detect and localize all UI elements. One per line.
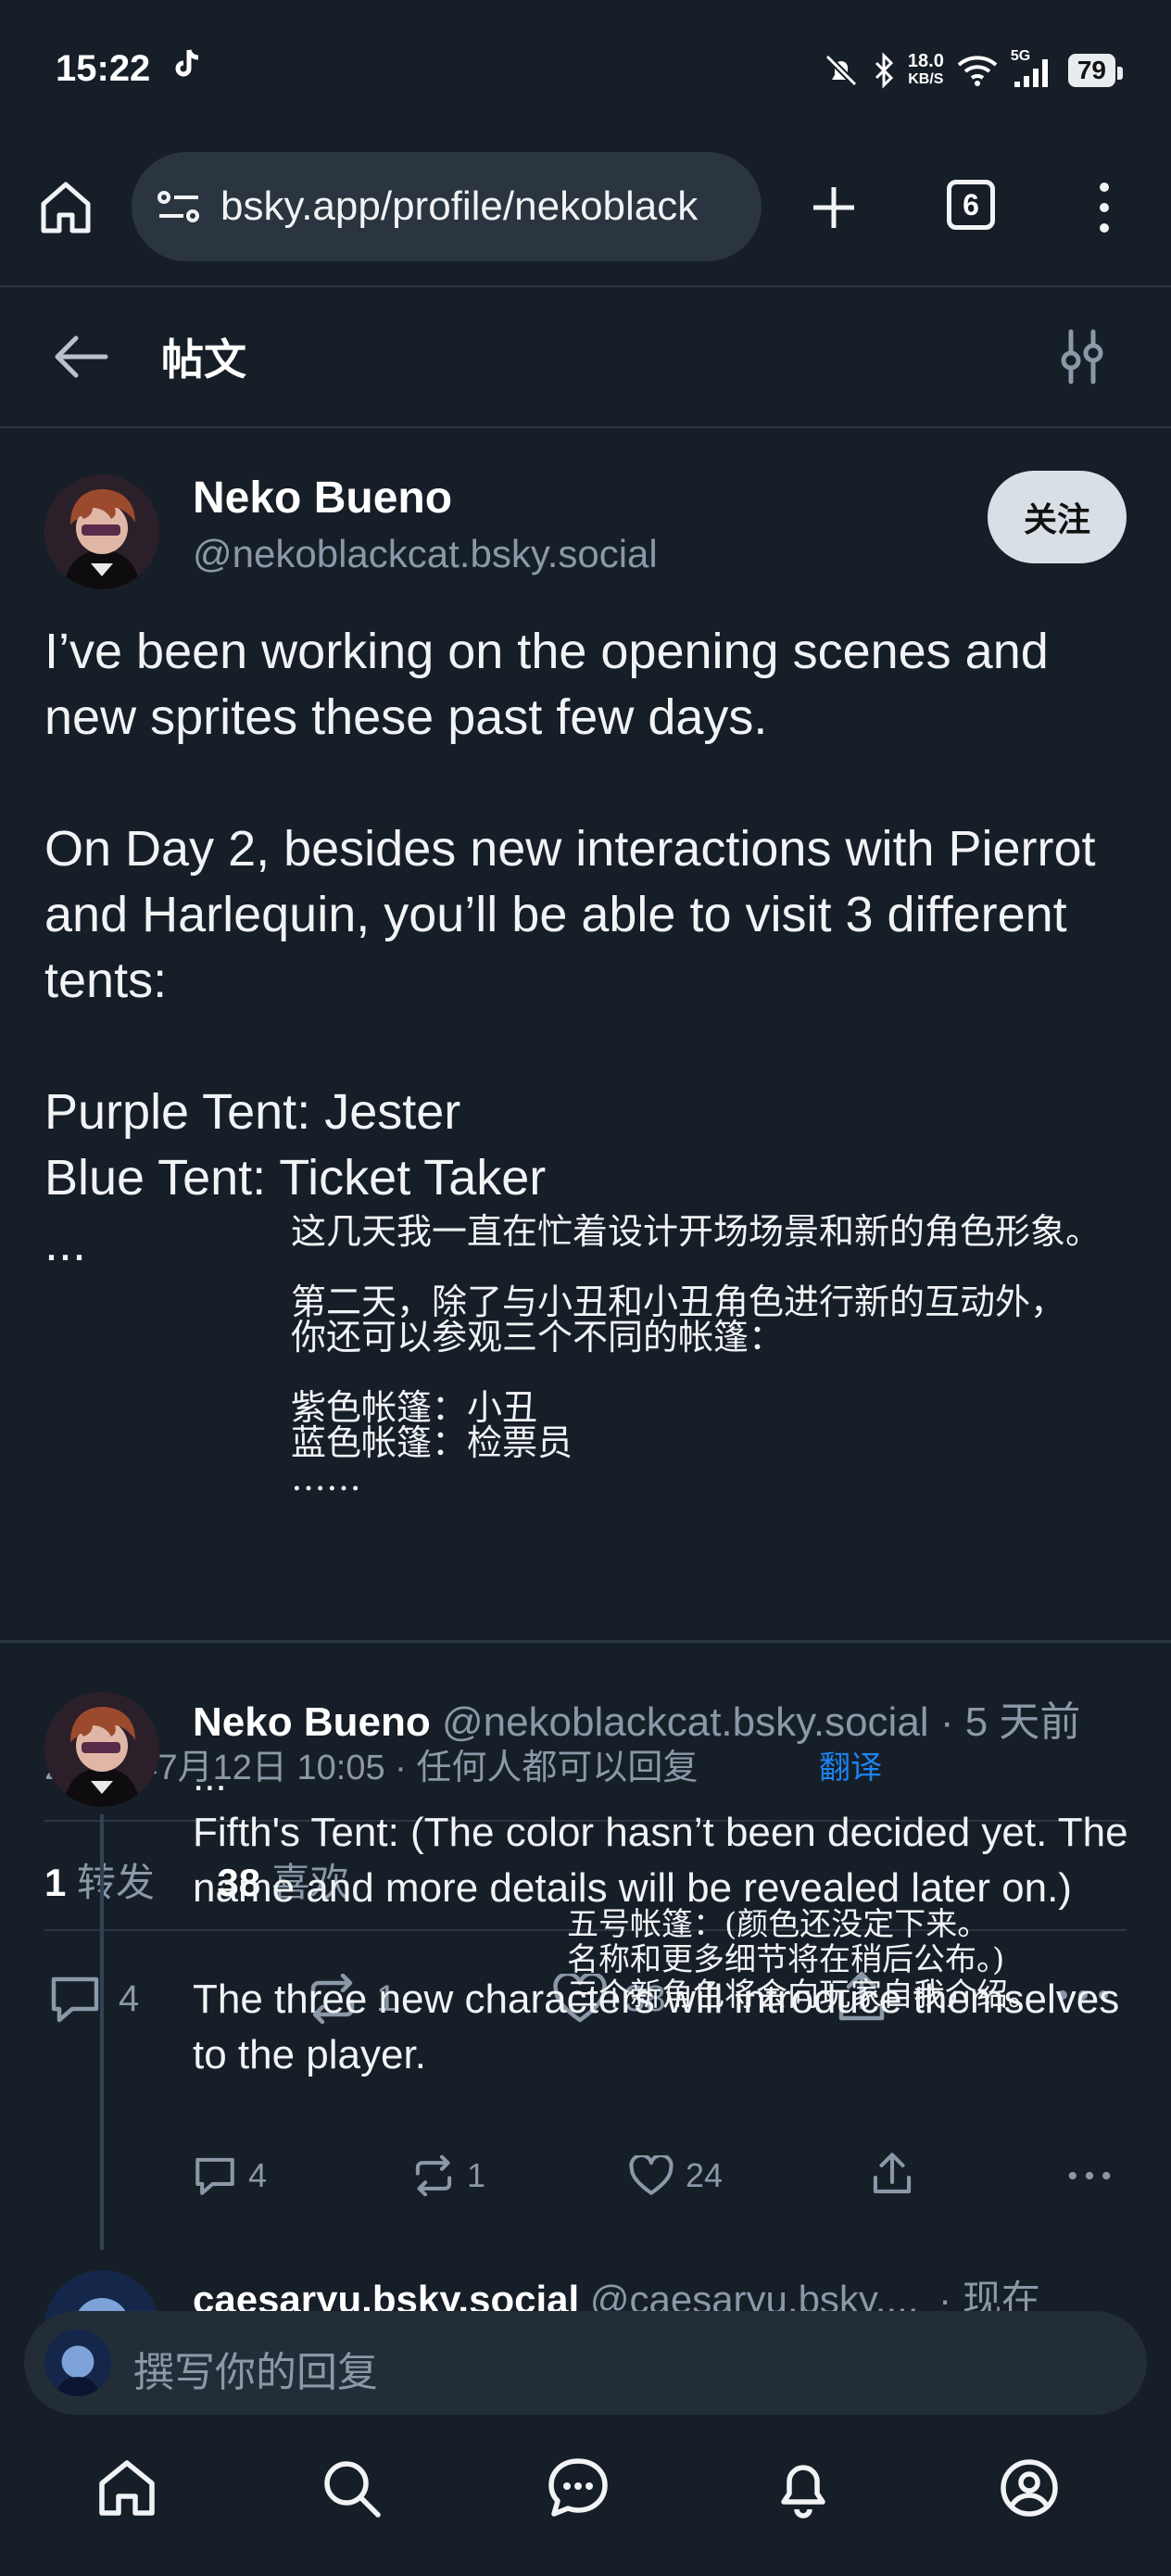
translation-overlay: 这几天我一直在忙着设计开场场景和新的角色形象。 第二天，除了与小丑和小丑角色进行… xyxy=(291,1211,1102,1498)
url-text[interactable]: bsky.app/profile/nekoblack xyxy=(220,183,698,230)
browser-toolbar: bsky.app/profile/nekoblack 6 xyxy=(0,139,1171,287)
avatar[interactable] xyxy=(44,1692,159,1807)
mute-icon xyxy=(823,52,860,89)
avatar xyxy=(44,2330,111,2396)
like-count: 24 xyxy=(686,2156,724,2194)
url-bar[interactable]: bsky.app/profile/nekoblack xyxy=(132,152,762,261)
status-icons: 18.0 KB/S 5G 79 xyxy=(823,44,1124,96)
chat-icon[interactable] xyxy=(547,2457,610,2519)
search-icon[interactable] xyxy=(321,2457,382,2519)
reply-count: 4 xyxy=(248,2156,268,2194)
author-name[interactable]: Neko Bueno xyxy=(193,473,452,524)
status-time: 15:22 xyxy=(56,48,151,89)
signal-icon: 5G xyxy=(1011,48,1055,89)
tab-switcher-button[interactable]: 6 xyxy=(947,180,995,230)
status-bar: 15:22 18.0 KB/S 5G 79 xyxy=(0,0,1171,139)
bell-icon[interactable] xyxy=(774,2457,832,2519)
post-body: I’ve been working on the opening scenes … xyxy=(44,624,1096,1271)
profile-icon[interactable] xyxy=(999,2457,1060,2519)
net-speed: 18.0 KB/S xyxy=(908,52,944,89)
back-arrow-icon[interactable] xyxy=(52,334,109,380)
divider xyxy=(0,1640,1171,1643)
share-icon[interactable] xyxy=(871,2152,913,2196)
reply-time: · 5 天前 xyxy=(939,1699,1081,1745)
follow-button[interactable]: 关注 xyxy=(988,471,1127,563)
repost-count: 1 xyxy=(467,2156,486,2194)
reply-author-name[interactable]: Neko Bueno xyxy=(193,1699,431,1745)
battery-icon: 79 xyxy=(1067,54,1124,87)
new-tab-icon[interactable] xyxy=(810,183,858,232)
bottom-nav xyxy=(0,2420,1171,2576)
bluetooth-icon xyxy=(873,52,895,89)
page-title: 帖文 xyxy=(161,335,246,384)
avatar[interactable] xyxy=(44,474,159,589)
reply-button[interactable]: 4 xyxy=(193,2155,267,2196)
site-settings-icon[interactable] xyxy=(156,188,202,225)
reply-author-handle[interactable]: @nekoblackcat.bsky.social xyxy=(442,1699,929,1745)
repost-button[interactable]: 1 xyxy=(411,2155,485,2196)
translation-overlay: 五号帐篷：(颜色还没定下来。 名称和更多细节将在稍后公布。) 三个新角色将会向玩… xyxy=(567,1906,1039,2014)
wifi-icon xyxy=(957,54,998,87)
thread-line xyxy=(100,1814,104,2250)
reply-count: 4 xyxy=(119,1977,140,2019)
reply-header: Neko Bueno @nekoblackcat.bsky.social · 5… xyxy=(193,1688,1080,1748)
network-type: 5G xyxy=(1010,48,1031,64)
net-speed-unit: KB/S xyxy=(908,71,944,87)
reply-button[interactable]: 4 xyxy=(48,1974,139,2024)
thread-settings-icon[interactable] xyxy=(1056,328,1108,385)
app-header: 帖文 xyxy=(0,289,1171,428)
author-handle[interactable]: @nekoblackcat.bsky.social xyxy=(193,532,658,576)
like-button[interactable]: 24 xyxy=(628,2155,723,2196)
compose-reply-bar[interactable]: 撰写你的回复 xyxy=(24,2311,1147,2415)
compose-placeholder[interactable]: 撰写你的回复 xyxy=(133,2339,378,2398)
home-icon[interactable] xyxy=(96,2457,157,2519)
browser-home-icon[interactable] xyxy=(39,180,93,235)
tiktok-icon xyxy=(172,48,200,82)
reposts-label[interactable]: 转发 xyxy=(77,1861,155,1904)
net-speed-value: 18.0 xyxy=(907,51,944,71)
more-options-icon[interactable] xyxy=(1067,2170,1112,2181)
reposts-count[interactable]: 1 xyxy=(44,1861,66,1904)
browser-menu-icon[interactable] xyxy=(1095,182,1114,234)
